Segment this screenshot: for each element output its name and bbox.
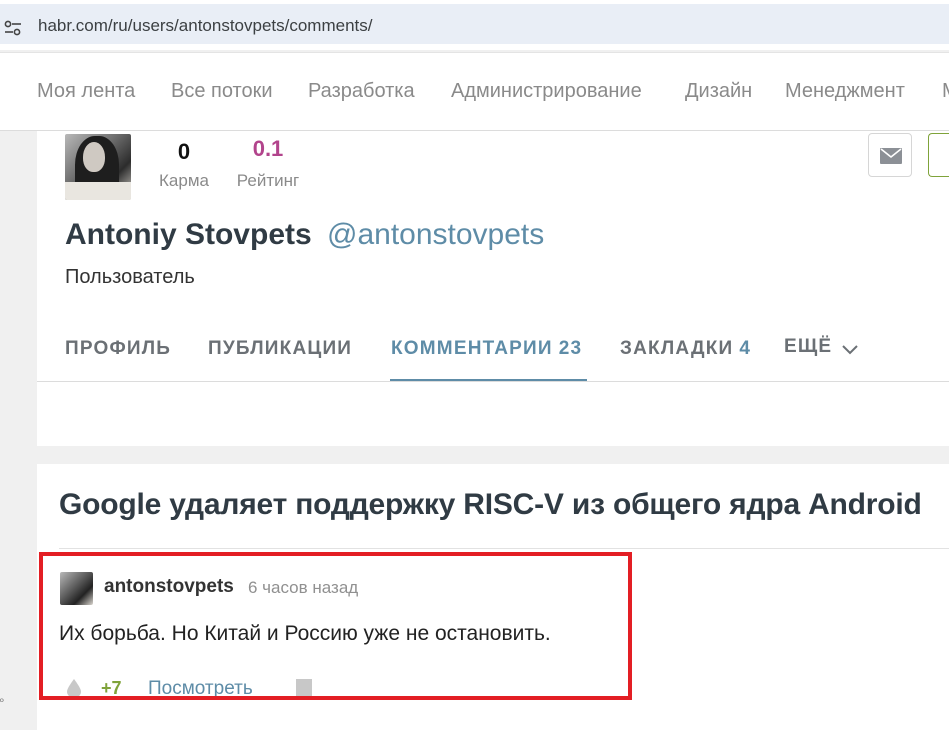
rating-value: 0.1 xyxy=(252,136,284,161)
nav-my-feed[interactable]: Моя лента xyxy=(37,80,135,103)
chevron-down-icon[interactable] xyxy=(841,343,859,361)
tab-comments-count: 23 xyxy=(558,338,583,359)
send-message-button[interactable] xyxy=(868,133,912,177)
title-divider xyxy=(59,548,949,549)
user-role: Пользователь xyxy=(65,266,195,288)
comments-card: Google удаляет поддержку RISC-V из общег… xyxy=(37,464,949,730)
user-handle[interactable]: @antonstovpets xyxy=(327,218,544,252)
avatar[interactable] xyxy=(65,134,131,200)
tabs-divider xyxy=(37,381,949,382)
highlight-box xyxy=(39,552,632,700)
karma-label: Карма xyxy=(159,171,209,190)
tab-bookmarks-label: ЗАКЛАДКИ xyxy=(620,338,734,359)
tab-bookmarks[interactable]: ЗАКЛАДКИ 4 xyxy=(620,338,751,360)
profile-card: 0 Карма 0.1 Рейтинг Antoniy Stovpets @an… xyxy=(37,131,949,446)
nav-design[interactable]: Дизайн xyxy=(685,80,752,103)
nav-all-streams[interactable]: Все потоки xyxy=(171,80,273,103)
karma-value: 0 xyxy=(177,139,191,164)
url-text[interactable]: habr.com/ru/users/antonstovpets/comments… xyxy=(38,16,373,36)
tab-publications[interactable]: ПУБЛИКАЦИИ xyxy=(208,338,352,360)
gutter-mark: ∘ xyxy=(0,693,6,707)
article-title[interactable]: Google удаляет поддержку RISC-V из общег… xyxy=(59,488,922,522)
nav-more-truncated[interactable]: М xyxy=(942,80,949,103)
left-gutter: ∘ xyxy=(0,131,37,730)
site-settings-icon[interactable] xyxy=(2,17,24,39)
mail-icon xyxy=(880,148,902,164)
tab-comments[interactable]: КОММЕНТАРИИ 23 xyxy=(391,338,582,360)
tab-comments-label: КОММЕНТАРИИ xyxy=(391,338,553,359)
address-field[interactable]: habr.com/ru/users/antonstovpets/comments… xyxy=(0,4,949,44)
nav-management[interactable]: Менеджмент xyxy=(785,80,905,103)
tab-profile[interactable]: ПРОФИЛЬ xyxy=(65,338,171,360)
browser-address-bar: habr.com/ru/users/antonstovpets/comments… xyxy=(0,0,949,50)
nav-development[interactable]: Разработка xyxy=(308,80,415,103)
subscribe-button[interactable] xyxy=(928,133,949,177)
nav-administration[interactable]: Администрирование xyxy=(451,80,642,103)
tab-more[interactable]: ЕЩЁ xyxy=(784,336,832,358)
karma-stat: 0 Карма xyxy=(151,139,217,191)
rating-label: Рейтинг xyxy=(236,171,300,190)
tab-bookmarks-count: 4 xyxy=(739,338,752,359)
top-navigation: Моя лента Все потоки Разработка Админист… xyxy=(0,52,949,131)
rating-stat: 0.1 Рейтинг xyxy=(231,136,305,191)
user-full-name: Antoniy Stovpets xyxy=(65,218,312,251)
